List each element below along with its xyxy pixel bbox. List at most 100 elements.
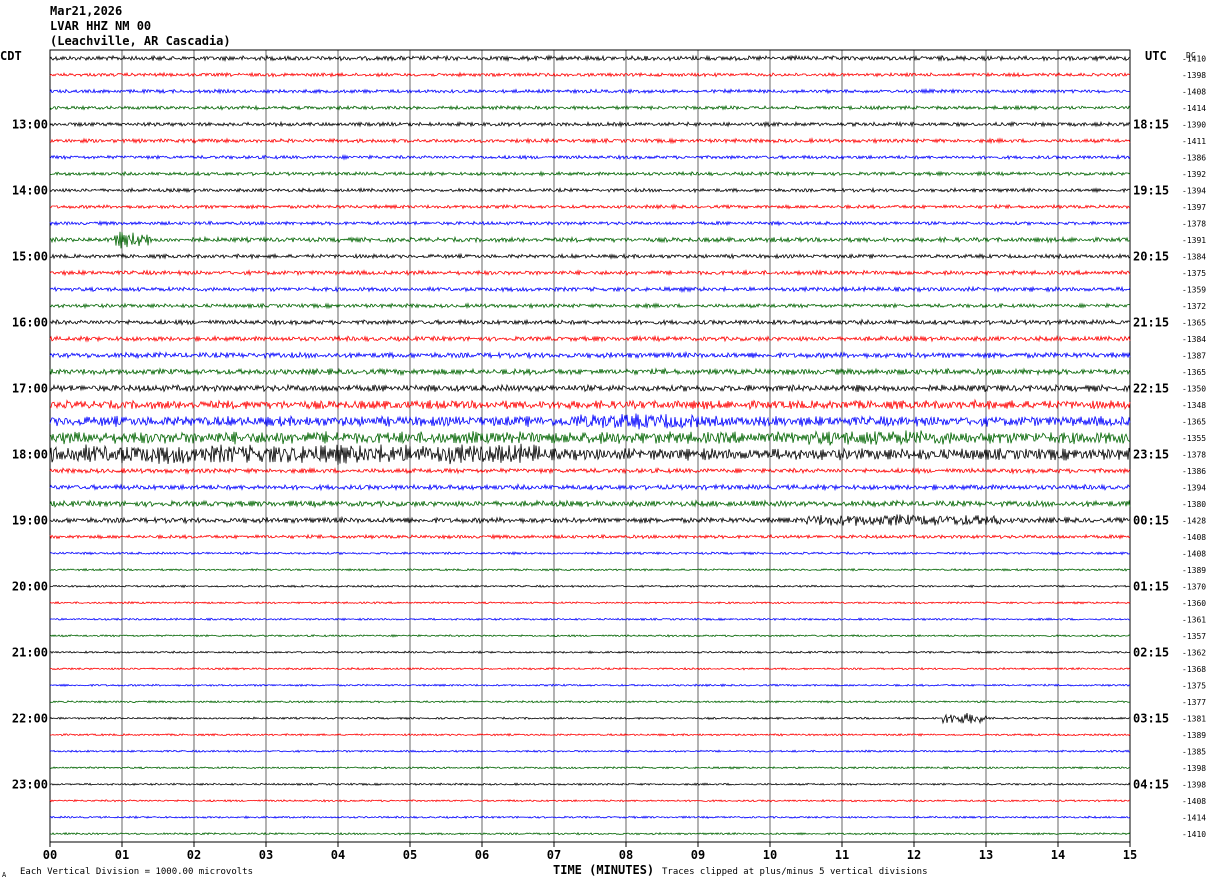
dc-offset-label: -1355 xyxy=(1182,434,1206,443)
dc-offset-label: -1370 xyxy=(1182,582,1206,591)
trace-line xyxy=(49,749,1131,754)
trace-line xyxy=(49,443,1131,465)
dc-offset-label: -1361 xyxy=(1182,615,1206,624)
dc-offset-label: -1428 xyxy=(1182,516,1206,525)
corner-mark: A xyxy=(2,871,7,879)
x-tick-label: 00 xyxy=(43,848,57,862)
trace-line xyxy=(49,318,1131,327)
trace-line xyxy=(50,584,1131,589)
cdt-hour-label: 19:00 xyxy=(12,513,48,527)
trace-line xyxy=(50,514,1131,526)
dc-offset-label: -1398 xyxy=(1182,71,1206,80)
utc-hour-label: 21:15 xyxy=(1133,315,1169,329)
utc-hour-label: 23:15 xyxy=(1133,447,1169,461)
dc-offset-label: -1365 xyxy=(1182,368,1206,377)
trace-line xyxy=(49,413,1131,430)
dc-offset-label: -1408 xyxy=(1182,87,1206,96)
trace-line xyxy=(49,170,1131,178)
utc-hour-label: 00:15 xyxy=(1133,513,1169,527)
dc-offset-label: -1350 xyxy=(1182,384,1206,393)
cdt-hour-label: 21:00 xyxy=(12,645,48,659)
trace-line xyxy=(49,398,1131,411)
trace-line xyxy=(49,285,1131,294)
dc-offset-label: -1384 xyxy=(1182,252,1206,261)
trace-line xyxy=(49,499,1131,509)
trace-line xyxy=(49,683,1131,688)
dc-offset-label: -1357 xyxy=(1182,632,1206,641)
seismogram-chart: 00 01 02 03 04 05 06 07 08 09 10 11 12 13 14 15 -1410 -13… xyxy=(0,49,1206,862)
cdt-hour-label: 23:00 xyxy=(12,777,48,791)
dc-offset-label: -1380 xyxy=(1182,500,1206,509)
trace-line xyxy=(49,600,1131,605)
dc-offset-label: -1397 xyxy=(1182,203,1206,212)
x-axis-title: TIME (MINUTES) xyxy=(553,863,655,877)
utc-hour-label: 03:15 xyxy=(1133,711,1169,725)
x-tick-label: 14 xyxy=(1051,848,1065,862)
trace-line xyxy=(49,154,1131,161)
trace-line xyxy=(49,186,1130,194)
utc-hour-label: 20:15 xyxy=(1133,249,1169,263)
trace-line xyxy=(49,334,1131,343)
dc-offset-label: -1408 xyxy=(1182,797,1206,806)
dc-offset-label: -1392 xyxy=(1182,170,1206,179)
dc-offset-label: -1377 xyxy=(1182,698,1206,707)
trace-line xyxy=(49,104,1131,111)
dc-offset-label: -1348 xyxy=(1182,401,1206,410)
trace-line xyxy=(49,650,1131,655)
dc-offset-label: -1375 xyxy=(1182,681,1206,690)
dc-offset-label: -1385 xyxy=(1182,747,1206,756)
dc-offset-label: -1372 xyxy=(1182,302,1206,311)
utc-hour-label: 02:15 xyxy=(1133,645,1169,659)
trace-line xyxy=(49,220,1131,227)
trace-line xyxy=(49,831,1131,836)
utc-hour-label: 18:15 xyxy=(1133,117,1169,131)
cdt-hour-label: 17:00 xyxy=(12,381,48,395)
dc-offset-label: -1359 xyxy=(1182,285,1206,294)
trace-line xyxy=(49,54,1130,63)
dc-offset-label: -1410 xyxy=(1182,830,1206,839)
dc-offset-label: -1387 xyxy=(1182,351,1206,360)
dc-offset-label: -1381 xyxy=(1182,714,1206,723)
trace-line xyxy=(49,633,1131,638)
dc-offset-label: -1389 xyxy=(1182,731,1206,740)
trace-line xyxy=(49,617,1130,622)
trace-line xyxy=(49,551,1131,556)
trace-line xyxy=(49,483,1131,492)
x-tick-label: 07 xyxy=(547,848,561,862)
dc-axis-label: DC xyxy=(1186,51,1196,60)
dc-offset-label: -1375 xyxy=(1182,269,1206,278)
trace-line xyxy=(49,120,1131,128)
trace-line xyxy=(49,567,1130,572)
cdt-hour-label: 22:00 xyxy=(12,711,48,725)
x-tick-label: 05 xyxy=(403,848,417,862)
trace-line xyxy=(49,269,1131,277)
trace-line xyxy=(49,430,1131,446)
trace-line xyxy=(49,350,1131,360)
x-tick-label: 06 xyxy=(475,848,489,862)
cdt-hour-label: 13:00 xyxy=(12,117,48,131)
dc-offset-label: -1378 xyxy=(1182,219,1206,228)
x-tick-label: 15 xyxy=(1123,848,1137,862)
utc-hour-label: 01:15 xyxy=(1133,579,1169,593)
dc-offset-label: -1368 xyxy=(1182,665,1206,674)
dc-offset-label: -1365 xyxy=(1182,318,1206,327)
trace-line xyxy=(49,302,1131,310)
x-tick-label: 09 xyxy=(691,848,705,862)
trace-line xyxy=(49,383,1131,393)
dc-offset-label: -1378 xyxy=(1182,450,1206,459)
cdt-hour-label: 18:00 xyxy=(12,447,48,461)
x-tick-label: 04 xyxy=(331,848,345,862)
dc-offset-label: -1365 xyxy=(1182,417,1206,426)
dc-offset-label: -1414 xyxy=(1182,813,1206,822)
trace-line xyxy=(49,467,1131,475)
cdt-hour-label: 20:00 xyxy=(12,579,48,593)
trace-line xyxy=(49,203,1131,211)
cdt-hour-label: 14:00 xyxy=(12,183,48,197)
x-tick-label: 03 xyxy=(259,848,273,862)
dc-offset-label: -1394 xyxy=(1182,483,1206,492)
x-tick-label: 01 xyxy=(115,848,129,862)
utc-hour-label: 22:15 xyxy=(1133,381,1169,395)
x-tick-label: 12 xyxy=(907,848,921,862)
cdt-hour-label: 16:00 xyxy=(12,315,48,329)
dc-offset-label: -1411 xyxy=(1182,137,1206,146)
